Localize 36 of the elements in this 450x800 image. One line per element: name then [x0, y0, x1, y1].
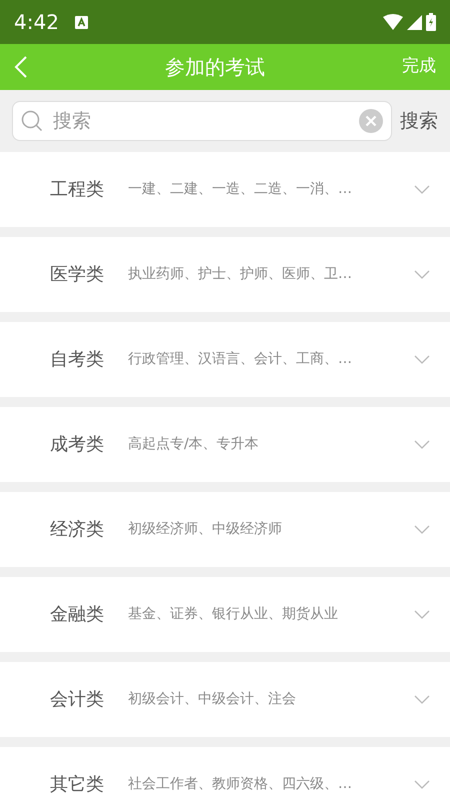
category-exams: 基金、证券、银行从业、期货从业 [128, 605, 339, 624]
chevron-down-icon[interactable] [414, 270, 430, 279]
signal-icon [407, 14, 422, 30]
search-input[interactable]: 搜索 [51, 106, 351, 136]
chevron-down-icon[interactable] [414, 440, 430, 449]
category-exams: 一建、二建、一造、二造、一消、… [128, 180, 353, 199]
search-icon [21, 110, 43, 132]
category-name: 会计类 [50, 688, 105, 712]
category-exams: 社会工作者、教师资格、四六级、… [128, 775, 353, 794]
chevron-down-icon[interactable] [414, 355, 430, 364]
chevron-down-icon[interactable] [414, 695, 430, 704]
category-exams: 高起点专/本、专升本 [128, 435, 260, 454]
search-box[interactable]: 搜索 [12, 101, 392, 141]
category-name: 成考类 [50, 433, 105, 457]
status-time: 4:42 [14, 9, 59, 36]
battery-icon [426, 13, 436, 31]
category-name: 金融类 [50, 603, 105, 627]
page-title: 参加的考试 [164, 54, 266, 81]
notification-icon [74, 16, 88, 28]
chevron-down-icon[interactable] [414, 185, 430, 194]
category-exams: 行政管理、汉语言、会计、工商、… [128, 350, 353, 369]
chevron-down-icon[interactable] [414, 610, 430, 619]
category-name: 自考类 [50, 348, 105, 372]
chevron-down-icon[interactable] [414, 780, 430, 789]
category-exams: 初级会计、中级会计、注会 [128, 690, 297, 709]
category-exams: 执业药师、护士、护师、医师、卫… [128, 265, 353, 284]
category-name: 其它类 [50, 773, 105, 797]
back-button[interactable] [14, 54, 28, 80]
clear-icon[interactable] [359, 109, 383, 133]
category-name: 工程类 [50, 178, 105, 202]
category-name: 经济类 [50, 518, 105, 542]
category-exams: 初级经济师、中级经济师 [128, 520, 283, 539]
category-name: 医学类 [50, 263, 105, 287]
search-button[interactable]: 搜索 [400, 106, 438, 136]
chevron-down-icon[interactable] [414, 525, 430, 534]
wifi-icon [383, 14, 403, 30]
